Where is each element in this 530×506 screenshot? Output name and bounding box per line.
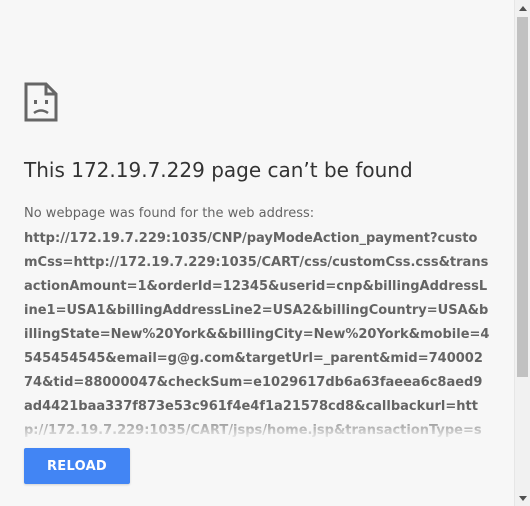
error-page: This 172.19.7.229 page can’t be found No… <box>0 0 514 506</box>
sad-page-icon <box>24 82 58 122</box>
url-fade <box>24 415 490 439</box>
scrollbar-thumb[interactable] <box>517 17 528 377</box>
page-title: This 172.19.7.229 page can’t be found <box>24 158 413 182</box>
title-host: 172.19.7.229 <box>71 158 205 182</box>
url-container: http://172.19.7.229:1035/CNP/payModeActi… <box>24 227 490 439</box>
scroll-down-arrow-icon[interactable] <box>515 490 530 506</box>
reload-button[interactable]: RELOAD <box>24 448 130 484</box>
vertical-scrollbar[interactable] <box>514 0 530 506</box>
title-prefix: This <box>24 158 65 182</box>
scroll-up-arrow-icon[interactable] <box>515 0 530 16</box>
web-address: http://172.19.7.229:1035/CNP/payModeActi… <box>24 231 490 438</box>
title-suffix: page can’t be found <box>211 158 413 182</box>
error-description: No webpage was found for the web address… <box>24 206 315 221</box>
